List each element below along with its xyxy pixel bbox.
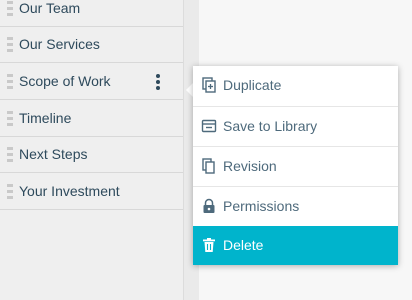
library-icon	[201, 118, 217, 134]
sidebar-item-label: Scope of Work	[19, 73, 111, 89]
menu-item-label: Permissions	[223, 198, 300, 214]
trash-icon	[201, 237, 217, 253]
menu-item-delete[interactable]: Delete	[193, 226, 398, 265]
drag-handle-icon[interactable]	[7, 74, 13, 90]
sidebar-item-next-steps[interactable]: Next Steps	[0, 137, 183, 173]
drag-handle-icon[interactable]	[7, 147, 13, 163]
revision-icon	[201, 158, 217, 174]
menu-item-permissions[interactable]: Permissions	[193, 186, 398, 226]
menu-item-label: Delete	[223, 237, 264, 253]
sidebar-item-label: Timeline	[19, 110, 72, 126]
menu-item-save-to-library[interactable]: Save to Library	[193, 106, 398, 146]
drag-handle-icon[interactable]	[7, 111, 13, 127]
more-options-icon[interactable]	[150, 72, 166, 92]
menu-item-label: Duplicate	[223, 77, 282, 93]
menu-item-revision[interactable]: Revision	[193, 146, 398, 186]
menu-item-label: Revision	[223, 158, 277, 174]
section-context-menu: Duplicate Save to Library Revision Permi…	[193, 66, 398, 265]
sidebar-item-label: Your Investment	[19, 183, 120, 199]
sidebar-item-label: Our Team	[19, 0, 81, 16]
menu-item-duplicate[interactable]: Duplicate	[193, 66, 398, 106]
sidebar-item-our-team[interactable]: Our Team	[0, 0, 183, 27]
drag-handle-icon[interactable]	[7, 37, 13, 53]
menu-item-label: Save to Library	[223, 118, 318, 134]
sidebar-item-label: Our Services	[19, 36, 100, 52]
duplicate-icon	[201, 77, 217, 93]
section-sidebar: Our Team Our Services Scope of Work Time…	[0, 0, 183, 300]
sidebar-item-our-services[interactable]: Our Services	[0, 27, 183, 63]
drag-handle-icon[interactable]	[7, 1, 13, 17]
sidebar-item-your-investment[interactable]: Your Investment	[0, 174, 183, 210]
sidebar-item-scope-of-work[interactable]: Scope of Work	[0, 64, 183, 100]
sidebar-item-label: Next Steps	[19, 146, 88, 162]
sidebar-item-timeline[interactable]: Timeline	[0, 101, 183, 137]
lock-icon	[201, 198, 217, 214]
drag-handle-icon[interactable]	[7, 184, 13, 200]
